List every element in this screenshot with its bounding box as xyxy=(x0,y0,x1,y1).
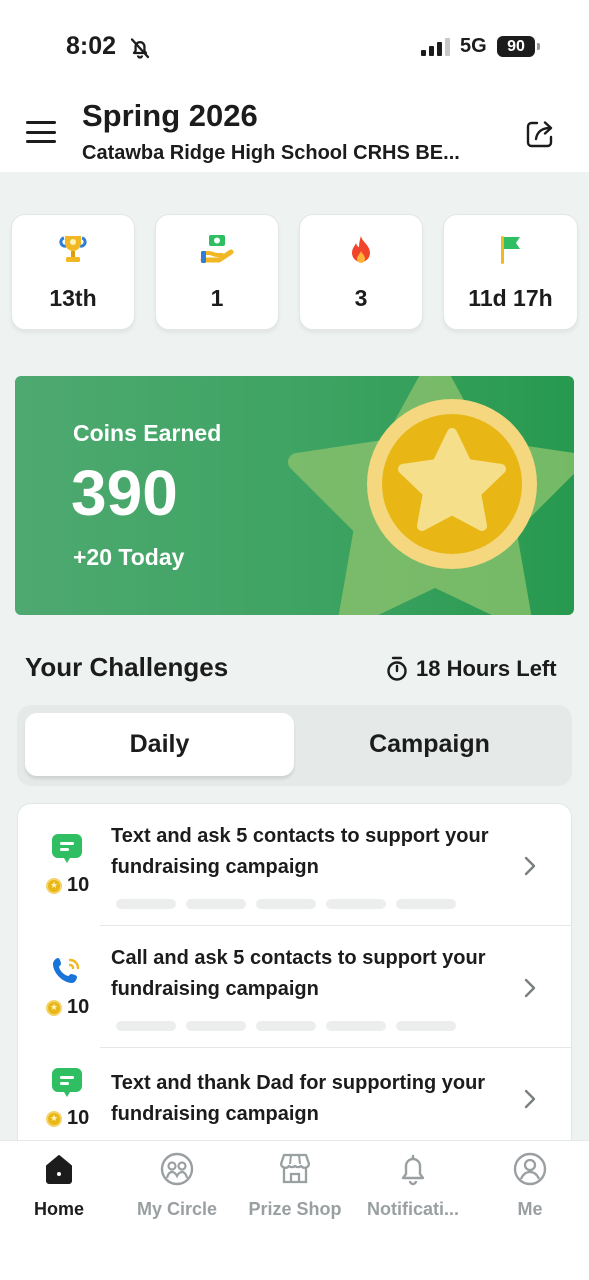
bottom-nav: Home My Circle Prize Shop Notificati... … xyxy=(0,1140,589,1280)
battery-icon: 90 xyxy=(497,36,540,57)
flame-icon xyxy=(352,236,370,263)
challenge-coins: 10 xyxy=(67,1107,90,1129)
profile-icon xyxy=(513,1152,547,1186)
chevron-right-icon xyxy=(524,856,536,876)
nav-notifications[interactable]: Notificati... xyxy=(354,1141,472,1241)
challenge-reward: ★ 10 xyxy=(46,1107,89,1130)
coins-today: +20 Today xyxy=(73,544,185,570)
nav-label: My Circle xyxy=(136,1199,218,1219)
chevron-right-icon xyxy=(524,1089,536,1109)
hand-money-icon xyxy=(200,235,234,263)
bell-icon xyxy=(401,1154,425,1186)
coins-label: Coins Earned xyxy=(73,420,222,446)
nav-label: Prize Shop xyxy=(248,1199,342,1219)
nav-prize-shop[interactable]: Prize Shop xyxy=(236,1141,354,1241)
trophy-icon xyxy=(59,236,87,262)
challenge-tabs: Daily Campaign xyxy=(17,705,572,786)
time-left: 18 Hours Left xyxy=(416,656,557,681)
menu-icon[interactable] xyxy=(26,121,56,143)
page-title: Spring 2026 xyxy=(82,98,258,133)
bell-off-icon xyxy=(130,38,150,59)
stat-value: 11d 17h xyxy=(468,285,553,311)
chat-bubble-icon xyxy=(52,834,82,863)
tab-campaign[interactable]: Campaign xyxy=(295,713,564,776)
coin-icon: ★ xyxy=(46,999,62,1016)
challenge-text: Text and ask 5 contacts to support your … xyxy=(111,825,489,878)
challenge-text: Call and ask 5 contacts to support your … xyxy=(111,947,486,1000)
header: Spring 2026 Catawba Ridge High School CR… xyxy=(0,92,589,172)
challenges-title: Your Challenges xyxy=(25,652,229,682)
challenge-item[interactable]: ★ 10 Text and ask 5 contacts to support … xyxy=(18,804,571,926)
nav-home[interactable]: Home xyxy=(0,1141,118,1241)
challenge-reward: ★ 10 xyxy=(46,874,89,897)
coins-earned-card: Coins Earned 390 +20 Today xyxy=(15,376,574,615)
coin-icon: ★ xyxy=(46,1110,62,1127)
stat-card-donations[interactable]: 1 xyxy=(155,214,279,330)
signal-icon xyxy=(421,38,450,56)
chat-bubble-icon xyxy=(52,1068,82,1097)
status-time: 8:02 xyxy=(66,32,117,60)
stat-value: 13th xyxy=(49,285,97,311)
flag-icon xyxy=(500,236,520,264)
shop-icon xyxy=(279,1153,311,1184)
network-type: 5G xyxy=(460,35,487,57)
chevron-right-icon xyxy=(524,978,536,998)
home-icon xyxy=(46,1155,72,1184)
stat-card-rank[interactable]: 13th xyxy=(11,214,135,330)
coin-icon: ★ xyxy=(46,877,62,894)
circle-people-icon xyxy=(160,1152,194,1186)
page-subtitle: Catawba Ridge High School CRHS BE... xyxy=(82,142,460,164)
stat-card-streak[interactable]: 3 xyxy=(299,214,423,330)
stat-card-time-left[interactable]: 11d 17h xyxy=(443,214,578,330)
nav-label: Me xyxy=(517,1199,543,1219)
timer-icon xyxy=(387,656,407,681)
coins-value: 390 xyxy=(71,457,178,529)
nav-label: Notificati... xyxy=(366,1199,459,1219)
challenge-progress xyxy=(116,1021,456,1031)
nav-label: Home xyxy=(33,1199,84,1219)
challenge-progress xyxy=(116,899,456,909)
tab-daily[interactable]: Daily xyxy=(25,713,294,776)
share-icon[interactable] xyxy=(522,114,560,152)
nav-me[interactable]: Me xyxy=(471,1141,589,1241)
nav-my-circle[interactable]: My Circle xyxy=(118,1141,236,1241)
challenge-coins: 10 xyxy=(67,996,90,1018)
challenge-text: Text and thank Dad for supporting your f… xyxy=(111,1072,486,1125)
challenge-list: ★ 10 Text and ask 5 contacts to support … xyxy=(17,803,572,1163)
challenge-reward: ★ 10 xyxy=(46,996,89,1019)
status-bar: 8:02 5G 90 xyxy=(0,0,589,92)
phone-call-icon xyxy=(53,958,80,983)
coin-star-icon xyxy=(288,376,574,615)
challenge-item[interactable]: ★ 10 Call and ask 5 contacts to support … xyxy=(18,926,571,1048)
challenge-coins: 10 xyxy=(67,874,90,896)
stat-value: 1 xyxy=(210,285,224,311)
stat-value: 3 xyxy=(354,285,368,311)
